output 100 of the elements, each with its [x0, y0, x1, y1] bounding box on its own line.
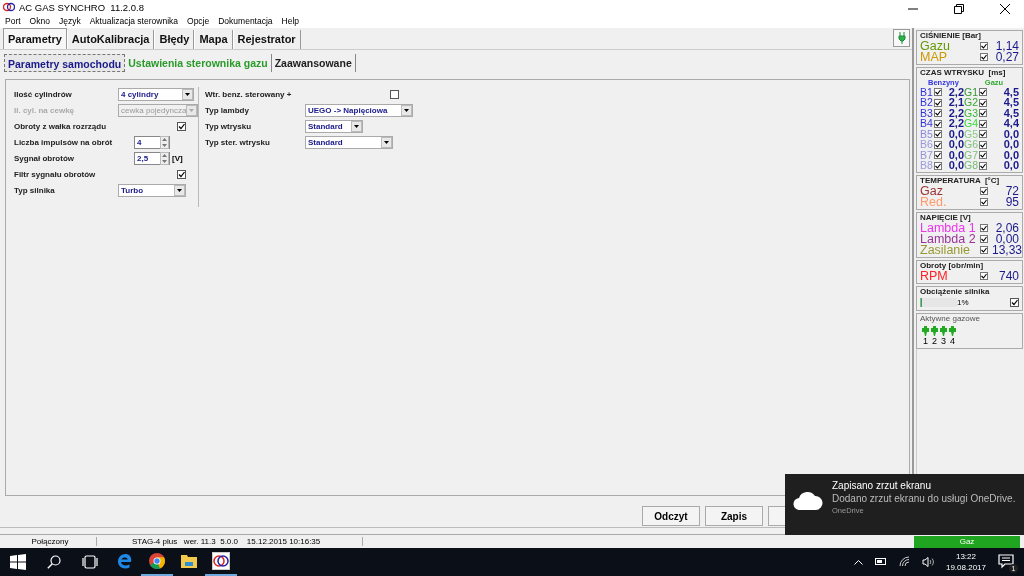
checkbox[interactable] [980, 246, 988, 255]
checkbox[interactable] [934, 161, 942, 170]
spinner-arrows-icon [160, 136, 169, 150]
group-title: CZAS WTRYSKU [ms] [920, 67, 1007, 78]
tab[interactable]: Rejestrator [232, 29, 301, 49]
tab[interactable]: Zaawansowane [271, 53, 356, 72]
injector-number: 3 [941, 335, 946, 346]
injector-number: 1 [923, 335, 928, 346]
checkbox[interactable] [979, 119, 987, 128]
menu-item[interactable]: Język [58, 16, 81, 26]
checkbox[interactable] [177, 122, 186, 132]
field-label: Typ lambdy [205, 106, 250, 116]
checkbox[interactable] [979, 140, 987, 149]
injection-time: 0,0 [947, 139, 964, 150]
caret-icon [182, 89, 193, 101]
dropdown[interactable]: Turbo [118, 184, 186, 198]
window-title: AC GAS SYNCHRO 11.2.0.8 [19, 1, 144, 13]
checkbox[interactable] [979, 88, 987, 97]
wifi-icon[interactable] [898, 556, 910, 568]
checkbox[interactable] [934, 151, 942, 160]
battery-icon[interactable] [874, 558, 887, 566]
notifications-icon[interactable] [998, 554, 1014, 570]
checkbox[interactable] [934, 119, 942, 128]
app-logo-icon [3, 2, 15, 12]
checkbox[interactable] [979, 130, 987, 139]
checkbox[interactable] [980, 272, 988, 281]
dropdown[interactable]: 4 cylindry [118, 88, 194, 102]
caret-icon [174, 185, 185, 197]
start-icon[interactable] [10, 554, 26, 570]
gauge-value: 740 [997, 270, 1019, 282]
menu-item[interactable]: Okno [29, 16, 50, 26]
checkbox[interactable] [177, 170, 186, 180]
injector-label: B4 [920, 118, 934, 129]
checkbox[interactable] [390, 90, 399, 100]
dropdown[interactable]: UEGO -> Napięciowa [305, 104, 413, 118]
injection-time: 4,5 [1002, 86, 1019, 98]
checkbox[interactable] [979, 161, 987, 170]
tab[interactable]: Parametry samochodu [4, 53, 126, 72]
checkbox[interactable] [980, 235, 988, 244]
injector-label: B7 [920, 149, 934, 161]
connection-button[interactable] [893, 28, 910, 47]
gauge-label: Zasilanie [920, 244, 971, 256]
field-label: Typ wtrysku [205, 122, 253, 132]
tab[interactable]: Błędy [154, 29, 195, 49]
task-view-icon[interactable] [82, 555, 98, 569]
menu-item[interactable]: Port [5, 16, 21, 26]
search-icon[interactable] [47, 555, 61, 569]
checkbox[interactable] [934, 88, 942, 97]
menu-item[interactable]: Help [281, 16, 300, 26]
injector-label: G4 [964, 118, 979, 129]
injector-label: G3 [964, 107, 979, 119]
restore-icon[interactable] [954, 4, 964, 14]
menu-item[interactable]: Dokumentacja [218, 16, 273, 26]
checkbox[interactable] [934, 109, 942, 118]
injection-time: 2,2 [947, 118, 964, 129]
spin-field[interactable]: 2,5 [134, 152, 170, 166]
checkbox[interactable] [979, 98, 987, 107]
group-title: Aktywne gazowe [920, 313, 982, 324]
spin-field[interactable]: 4 [134, 136, 170, 150]
tab[interactable]: Parametry [3, 27, 67, 49]
menu-item[interactable]: Opcje [187, 16, 210, 26]
checkbox[interactable] [980, 224, 988, 233]
dropdown[interactable]: Standard [305, 120, 363, 134]
field-label: Ilość cylindrów [14, 90, 73, 100]
action-button[interactable]: Odczyt [642, 506, 700, 526]
caret-icon [401, 105, 412, 117]
checkbox[interactable] [934, 98, 942, 107]
group-title: Obciążenie silnika [920, 286, 991, 297]
tab[interactable]: Mapa [194, 29, 233, 49]
checkbox[interactable] [980, 187, 988, 196]
dropdown[interactable]: Standard [305, 136, 393, 150]
injector-label: G8 [964, 160, 979, 171]
checkbox[interactable] [979, 109, 987, 118]
speaker-icon[interactable] [921, 557, 934, 567]
close-icon[interactable] [1000, 4, 1010, 14]
checkbox[interactable] [934, 130, 942, 139]
injection-time: 4,4 [1002, 118, 1019, 129]
checkbox[interactable] [934, 140, 942, 149]
checkbox[interactable] [1010, 298, 1019, 308]
checkbox[interactable] [979, 151, 987, 160]
checkbox[interactable] [980, 53, 988, 62]
group-title: Obroty [obr/min] [920, 260, 985, 271]
injection-time: 2,1 [947, 97, 964, 108]
injector-label: B2 [920, 97, 934, 108]
show-hidden-icons-icon[interactable] [853, 559, 863, 565]
browser-ball-icon [149, 553, 165, 569]
spinner-arrows-icon [160, 152, 169, 166]
menu-item[interactable]: Aktualizacja sterownika [89, 16, 178, 26]
unit-label: [V] [172, 154, 183, 164]
checkbox[interactable] [980, 42, 988, 51]
tab[interactable]: AutoKalibracja [66, 29, 155, 49]
field-label: Liczba impulsów na obrót [14, 138, 114, 148]
checkbox[interactable] [980, 198, 988, 207]
injector-label: G6 [964, 139, 979, 150]
injection-time: 0,0 [1002, 139, 1019, 150]
clock[interactable]: 13:22 19.08.2017 [945, 551, 986, 573]
field-label: Typ silnika [14, 186, 56, 196]
field-label: Filtr sygnału obrotów [14, 170, 97, 180]
caret-icon [381, 137, 392, 149]
action-button[interactable]: Zapis [705, 506, 763, 526]
